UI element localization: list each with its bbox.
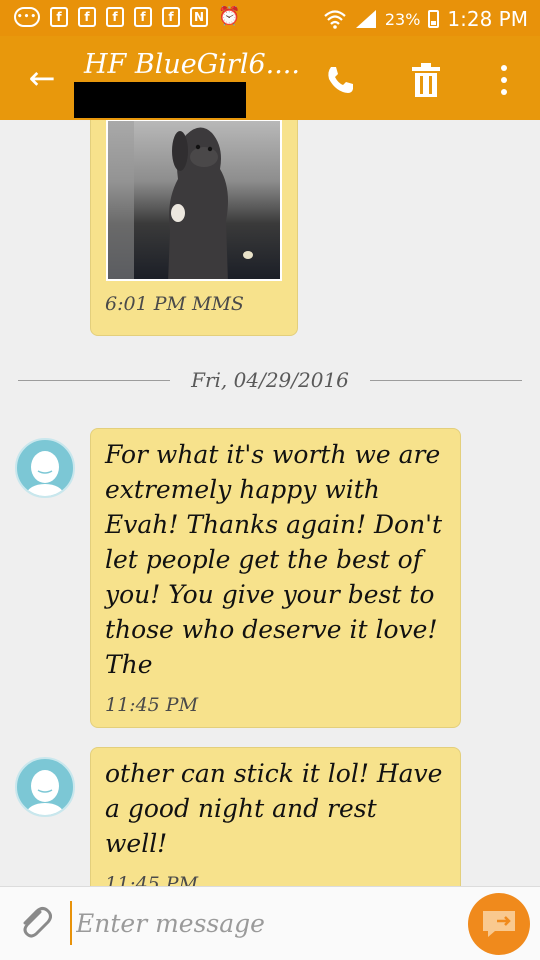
conversation[interactable]: 6:01 PM MMS Fri, 04/29/2016 For what it'…	[0, 120, 540, 886]
date-divider: Fri, 04/29/2016	[18, 366, 522, 396]
battery-percent: 23%	[384, 9, 421, 29]
mms-timestamp: 6:01 PM MMS	[105, 293, 244, 315]
alarm-icon: ⏰	[218, 6, 241, 27]
date-label: Fri, 04/29/2016	[191, 368, 349, 392]
contact-avatar[interactable]	[15, 438, 75, 498]
call-button[interactable]	[318, 58, 362, 102]
divider-line	[18, 380, 170, 381]
facebook-icon: f	[50, 7, 68, 27]
delete-button[interactable]	[404, 58, 448, 102]
dog-image	[108, 121, 253, 279]
signal-icon	[355, 10, 376, 28]
app-bar: ← HF BlueGirl6....	[0, 36, 540, 120]
wifi-icon	[324, 10, 346, 29]
person-icon	[24, 451, 66, 496]
message-timestamp: 11:45 PM	[105, 873, 199, 886]
facebook-icon: f	[106, 7, 124, 27]
message-bubble[interactable]: For what it's worth we are extremely hap…	[90, 428, 461, 728]
message-text: other can stick it lol! Have a good nigh…	[105, 759, 443, 858]
trash-icon	[412, 63, 440, 97]
redacted-number	[74, 82, 246, 118]
send-button[interactable]	[468, 893, 530, 955]
notification-icons: ••• f f f f f N ⏰	[14, 7, 240, 27]
back-arrow-icon: ←	[28, 59, 56, 97]
message-timestamp: 11:45 PM	[105, 694, 199, 716]
paperclip-icon	[23, 907, 52, 938]
dot	[501, 77, 507, 83]
dog-photo[interactable]	[106, 120, 282, 281]
facebook-icon: f	[134, 7, 152, 27]
dot	[501, 89, 507, 95]
person-icon	[24, 770, 66, 815]
attach-button[interactable]	[14, 899, 56, 945]
nfc-icon: N	[190, 7, 208, 27]
status-bar: ••• f f f f f N ⏰ 23% 1:28 PM	[0, 0, 540, 36]
back-button[interactable]: ←	[22, 58, 62, 98]
facebook-icon: f	[78, 7, 96, 27]
battery-icon	[428, 10, 440, 28]
message-icon: •••	[14, 7, 40, 27]
clock: 1:28 PM	[447, 7, 528, 31]
system-status: 23% 1:28 PM	[323, 7, 528, 31]
mms-bubble[interactable]: 6:01 PM MMS	[90, 120, 298, 336]
divider-line	[370, 380, 522, 381]
dot	[501, 65, 507, 71]
message-input[interactable]	[70, 901, 450, 945]
more-options-button[interactable]	[484, 58, 524, 102]
contact-name[interactable]: HF BlueGirl6....	[84, 48, 300, 82]
composer-bar	[0, 886, 540, 960]
message-text: For what it's worth we are extremely hap…	[105, 440, 443, 679]
contact-avatar[interactable]	[15, 757, 75, 817]
phone-icon	[328, 67, 353, 93]
send-message-icon	[483, 911, 515, 937]
facebook-icon: f	[162, 7, 180, 27]
message-bubble[interactable]: other can stick it lol! Have a good nigh…	[90, 747, 461, 886]
